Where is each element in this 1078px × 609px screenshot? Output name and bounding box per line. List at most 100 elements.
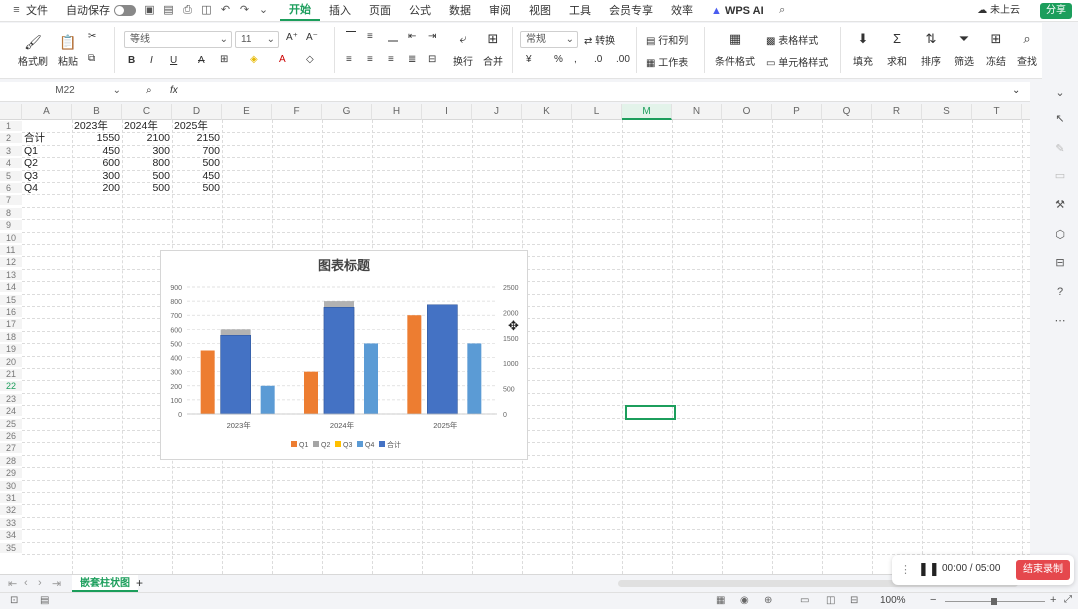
expand-formula-icon[interactable]: ⌄ bbox=[1012, 85, 1020, 96]
row-header-34[interactable]: 34 bbox=[0, 530, 22, 541]
column-header-i[interactable]: I bbox=[422, 104, 472, 120]
row-header-6[interactable]: 6 bbox=[0, 183, 22, 193]
indent-icon[interactable]: ⇤ bbox=[408, 31, 416, 42]
wrap-button[interactable]: ⤶ 换行 bbox=[450, 31, 476, 68]
align-middle-icon[interactable]: ≡ bbox=[367, 31, 373, 42]
style-icon[interactable]: ⬡ bbox=[1052, 227, 1068, 243]
undo-icon[interactable]: ↶ bbox=[219, 4, 232, 17]
tools-icon[interactable]: ⚒ bbox=[1052, 197, 1068, 213]
cell[interactable]: Q2 bbox=[24, 157, 70, 170]
align-top-icon[interactable]: ⎺ bbox=[346, 31, 356, 42]
cond-format-button[interactable]: ▦ 条件格式 bbox=[712, 31, 758, 68]
pause-icon[interactable]: ❚❚ bbox=[918, 561, 940, 577]
file-menu[interactable]: 文件 bbox=[26, 0, 57, 22]
normal-view-icon[interactable]: ▭ bbox=[800, 595, 809, 606]
tab-review[interactable]: 审阅 bbox=[480, 0, 520, 22]
column-header-f[interactable]: F bbox=[272, 104, 322, 120]
column-header-t[interactable]: T bbox=[972, 104, 1022, 120]
page-layout-view-icon[interactable]: ◫ bbox=[826, 595, 835, 606]
convert-button[interactable]: ⇄ 转换 bbox=[584, 32, 615, 47]
font-color-icon[interactable]: A bbox=[279, 54, 286, 65]
row-header-5[interactable]: 5 bbox=[0, 170, 22, 181]
column-header-c[interactable]: C bbox=[122, 104, 172, 120]
cell[interactable]: 700 bbox=[174, 145, 220, 158]
increase-font-icon[interactable]: A⁺ bbox=[286, 32, 298, 43]
cell[interactable]: 450 bbox=[174, 170, 220, 183]
fx-icon[interactable]: fx bbox=[170, 85, 178, 96]
font-name-select[interactable]: 等线 ⌄ bbox=[124, 31, 232, 48]
tab-page[interactable]: 页面 bbox=[360, 0, 400, 22]
format-painter-button[interactable]: 🖌 格式刷 bbox=[16, 33, 50, 68]
row-header-27[interactable]: 27 bbox=[0, 443, 22, 454]
cell[interactable]: 300 bbox=[124, 145, 170, 158]
row-header-28[interactable]: 28 bbox=[0, 455, 22, 466]
shape-icon[interactable]: ▭ bbox=[1052, 168, 1068, 184]
cell[interactable]: 500 bbox=[124, 170, 170, 183]
column-header-k[interactable]: K bbox=[522, 104, 572, 120]
more-icon[interactable]: ⌄ bbox=[257, 4, 270, 17]
share-button[interactable]: 分享 bbox=[1040, 3, 1072, 19]
collapse-icon[interactable]: ⌄ bbox=[1052, 85, 1068, 101]
cell[interactable]: 1550 bbox=[74, 132, 120, 145]
eye-protect-icon[interactable]: ◉ bbox=[740, 595, 749, 606]
row-header-2[interactable]: 2 bbox=[0, 133, 22, 144]
row-header-20[interactable]: 20 bbox=[0, 356, 22, 367]
strikethrough-icon[interactable]: A bbox=[198, 55, 205, 66]
number-format-select[interactable]: 常规 ⌄ bbox=[520, 31, 578, 48]
row-header-3[interactable]: 3 bbox=[0, 145, 22, 156]
row-header-33[interactable]: 33 bbox=[0, 517, 22, 528]
menu-icon[interactable]: ≡ bbox=[10, 4, 23, 17]
cell[interactable]: Q1 bbox=[24, 145, 70, 158]
underline-icon[interactable]: U bbox=[170, 55, 177, 66]
tab-data[interactable]: 数据 bbox=[440, 0, 480, 22]
tab-member[interactable]: 会员专享 bbox=[600, 0, 662, 22]
formula-input[interactable] bbox=[190, 83, 1008, 100]
first-sheet-icon[interactable]: ⇤ bbox=[8, 577, 17, 590]
stop-recording-button[interactable]: 结束录制 bbox=[1016, 560, 1070, 580]
align-left-icon[interactable]: ≡ bbox=[346, 54, 352, 65]
column-header-g[interactable]: G bbox=[322, 104, 372, 120]
fill-color-icon[interactable]: ◈ bbox=[250, 54, 258, 65]
sheet-tab-active[interactable]: 嵌套柱状图 bbox=[72, 575, 138, 592]
filter-button[interactable]: ⏷ 筛选 bbox=[951, 31, 977, 68]
cell[interactable]: Q4 bbox=[24, 182, 70, 195]
currency-icon[interactable]: ¥ bbox=[526, 54, 532, 65]
tab-home[interactable]: 开始 bbox=[280, 1, 320, 21]
row-header-12[interactable]: 12 bbox=[0, 257, 22, 268]
tab-tools[interactable]: 工具 bbox=[560, 0, 600, 22]
find-button[interactable]: ⌕ 查找 bbox=[1014, 31, 1040, 68]
export-icon[interactable]: ▤ bbox=[162, 4, 175, 17]
pen-icon[interactable]: ✎ bbox=[1052, 141, 1068, 157]
outdent-icon[interactable]: ⇥ bbox=[428, 31, 436, 42]
cell[interactable]: 800 bbox=[124, 157, 170, 170]
align-right-icon[interactable]: ≡ bbox=[388, 54, 394, 65]
cell[interactable]: 200 bbox=[74, 182, 120, 195]
cell[interactable]: 600 bbox=[74, 157, 120, 170]
paste-button[interactable]: 📋 粘贴 bbox=[53, 33, 83, 68]
row-header-15[interactable]: 15 bbox=[0, 294, 22, 305]
row-header-26[interactable]: 26 bbox=[0, 431, 22, 441]
zoom-slider[interactable] bbox=[945, 598, 1045, 605]
macro-icon[interactable]: ⊡ bbox=[10, 595, 18, 606]
row-header-24[interactable]: 24 bbox=[0, 406, 22, 417]
column-header-q[interactable]: Q bbox=[822, 104, 872, 120]
border-icon[interactable]: ⊞ bbox=[220, 54, 228, 65]
cell[interactable]: 500 bbox=[174, 157, 220, 170]
cell[interactable]: 2023年 bbox=[74, 120, 120, 133]
clear-icon[interactable]: ◇ bbox=[306, 54, 314, 65]
column-header-o[interactable]: O bbox=[722, 104, 772, 120]
column-header-n[interactable]: N bbox=[672, 104, 722, 120]
worksheet-button[interactable]: ▦ 工作表 bbox=[646, 54, 688, 69]
column-header-s[interactable]: S bbox=[922, 104, 972, 120]
cell[interactable]: 2100 bbox=[124, 132, 170, 145]
zoom-in-icon[interactable]: + bbox=[1050, 594, 1056, 606]
cell[interactable]: 450 bbox=[74, 145, 120, 158]
column-header-d[interactable]: D bbox=[172, 104, 222, 120]
book-icon[interactable]: ⊟ bbox=[1052, 255, 1068, 271]
column-header-b[interactable]: B bbox=[72, 104, 122, 120]
bold-icon[interactable]: B bbox=[128, 55, 135, 66]
row-header-23[interactable]: 23 bbox=[0, 393, 22, 404]
cell-style-button[interactable]: ▭ 单元格样式 bbox=[766, 54, 828, 69]
zoom-level[interactable]: 100% bbox=[880, 595, 906, 606]
merge-button[interactable]: ⊞ 合并 bbox=[480, 31, 506, 68]
